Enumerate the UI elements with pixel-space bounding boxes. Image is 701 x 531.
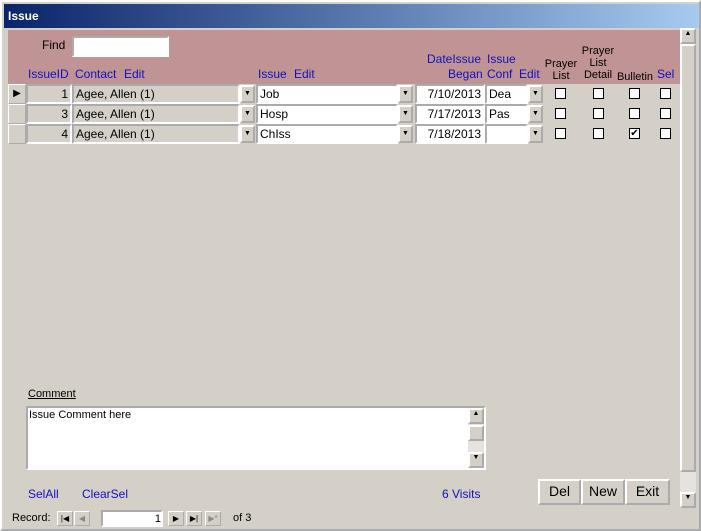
- delete-button[interactable]: Del: [538, 479, 581, 505]
- col-date-l2[interactable]: Began: [448, 67, 483, 81]
- exit-button[interactable]: Exit: [625, 479, 670, 505]
- date-began-field[interactable]: 7/10/2013: [415, 84, 485, 104]
- comment-text: Issue Comment here: [29, 409, 132, 421]
- record-number-input[interactable]: [101, 510, 163, 527]
- comment-textarea[interactable]: Issue Comment here ▲ ▼: [26, 406, 486, 470]
- prayer_detail-checkbox[interactable]: [593, 88, 604, 99]
- record-label: Record:: [12, 512, 51, 524]
- col-date-l1[interactable]: DateIssue: [427, 52, 481, 66]
- comment-label: Comment: [28, 388, 76, 400]
- scroll-down-icon[interactable]: ▼: [680, 492, 696, 508]
- new-button[interactable]: New: [581, 479, 625, 505]
- chevron-down-icon[interactable]: ▼: [240, 105, 255, 123]
- conf-combo[interactable]: [485, 124, 528, 144]
- issue-combo[interactable]: ChIss: [256, 124, 398, 144]
- prayer_detail-checkbox[interactable]: [593, 108, 604, 119]
- bulletin-checkbox[interactable]: ✔: [629, 128, 640, 139]
- sel-checkbox[interactable]: [660, 128, 671, 139]
- scroll-up-icon[interactable]: ▲: [468, 408, 484, 424]
- col-contact-edit[interactable]: Edit: [124, 67, 145, 81]
- bulletin-checkbox[interactable]: [629, 88, 640, 99]
- find-label: Find: [42, 38, 66, 52]
- scroll-down-icon[interactable]: ▼: [468, 452, 484, 468]
- col-issueid[interactable]: IssueID: [28, 67, 69, 81]
- col-prayer-list: Prayer List: [544, 58, 578, 82]
- prev-record-icon[interactable]: ◀: [74, 511, 90, 526]
- title-bar: Issue: [4, 4, 699, 28]
- col-issue[interactable]: Issue: [258, 67, 287, 81]
- prayer_list-checkbox[interactable]: [555, 128, 566, 139]
- record-count: of 3: [233, 512, 252, 524]
- find-input[interactable]: [72, 36, 169, 57]
- chevron-down-icon[interactable]: ▼: [528, 125, 543, 143]
- issue-combo[interactable]: Hosp: [256, 104, 398, 124]
- col-conf-l1[interactable]: Issue: [487, 52, 516, 66]
- record-selector[interactable]: ▶: [8, 84, 26, 104]
- col-issue-edit[interactable]: Edit: [294, 67, 315, 81]
- select-all-link[interactable]: SelAll: [28, 487, 59, 501]
- conf-combo[interactable]: Pas: [485, 104, 528, 124]
- form-scrollbar[interactable]: ▲ ▼: [680, 28, 696, 508]
- bulletin-checkbox[interactable]: [629, 108, 640, 119]
- col-conf-l2[interactable]: Conf: [487, 67, 512, 81]
- chevron-down-icon[interactable]: ▼: [398, 85, 413, 103]
- conf-combo[interactable]: Dea: [485, 84, 528, 104]
- chevron-down-icon[interactable]: ▼: [398, 105, 413, 123]
- last-record-icon[interactable]: ▶|: [186, 511, 202, 526]
- record-selector[interactable]: [8, 124, 26, 144]
- issue-combo[interactable]: Job: [256, 84, 398, 104]
- visits-link[interactable]: 6 Visits: [442, 487, 480, 501]
- col-contact[interactable]: Contact: [75, 67, 116, 81]
- col-conf-edit[interactable]: Edit: [519, 67, 540, 81]
- scroll-thumb[interactable]: [468, 425, 484, 441]
- contact-combo[interactable]: Agee, Allen (1): [72, 84, 240, 104]
- chevron-down-icon[interactable]: ▼: [398, 125, 413, 143]
- first-record-icon[interactable]: |◀: [57, 511, 73, 526]
- date-began-field[interactable]: 7/18/2013: [415, 124, 485, 144]
- chevron-down-icon[interactable]: ▼: [528, 85, 543, 103]
- record-selector[interactable]: [8, 104, 26, 124]
- issue-id-cell: 1: [26, 84, 72, 104]
- sel-checkbox[interactable]: [660, 108, 671, 119]
- contact-combo[interactable]: Agee, Allen (1): [72, 124, 240, 144]
- issue-id-cell: 3: [26, 104, 72, 124]
- new-record-icon[interactable]: ▶*: [205, 511, 221, 526]
- contact-combo[interactable]: Agee, Allen (1): [72, 104, 240, 124]
- issue-id-cell: 4: [26, 124, 72, 144]
- prayer_list-checkbox[interactable]: [555, 88, 566, 99]
- next-record-icon[interactable]: ▶: [168, 511, 184, 526]
- chevron-down-icon[interactable]: ▼: [528, 105, 543, 123]
- clear-selection-link[interactable]: ClearSel: [82, 487, 128, 501]
- prayer_detail-checkbox[interactable]: [593, 128, 604, 139]
- comment-scrollbar[interactable]: ▲ ▼: [468, 408, 484, 468]
- chevron-down-icon[interactable]: ▼: [240, 85, 255, 103]
- date-began-field[interactable]: 7/17/2013: [415, 104, 485, 124]
- prayer_list-checkbox[interactable]: [555, 108, 566, 119]
- col-sel[interactable]: Sel: [657, 67, 674, 81]
- chevron-down-icon[interactable]: ▼: [240, 125, 255, 143]
- sel-checkbox[interactable]: [660, 88, 671, 99]
- col-prayer-detail: Prayer List Detail: [581, 45, 615, 81]
- scroll-up-icon[interactable]: ▲: [680, 28, 696, 44]
- scroll-thumb[interactable]: [680, 44, 696, 472]
- col-bulletin: Bulletin: [616, 71, 654, 83]
